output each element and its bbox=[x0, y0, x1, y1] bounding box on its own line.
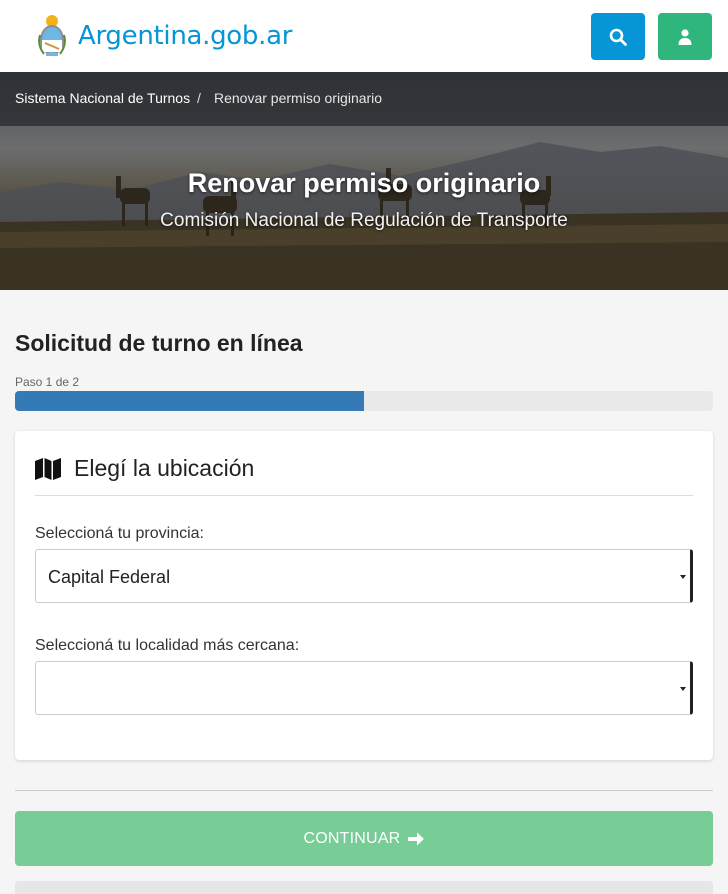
top-header: Argentina.gob.ar bbox=[0, 0, 728, 72]
breadcrumb-link-home[interactable]: Sistema Nacional de Turnos bbox=[15, 90, 190, 106]
progress-bar bbox=[15, 391, 713, 411]
panel-heading: Elegí la ubicación bbox=[35, 455, 254, 482]
breadcrumb-separator: / bbox=[197, 90, 201, 106]
province-select-value: Capital Federal bbox=[48, 567, 171, 587]
user-login-button[interactable] bbox=[658, 13, 712, 60]
dropdown-caret-icon bbox=[680, 575, 686, 579]
divider bbox=[15, 790, 713, 791]
breadcrumb: Sistema Nacional de Turnos / Renovar per… bbox=[0, 72, 728, 126]
locality-select[interactable] bbox=[35, 661, 693, 715]
user-icon bbox=[678, 28, 692, 45]
dropdown-caret-icon bbox=[680, 687, 686, 691]
coat-of-arms-icon bbox=[38, 15, 66, 56]
province-select[interactable]: Capital Federal bbox=[35, 549, 693, 603]
search-icon bbox=[609, 28, 627, 46]
continue-button-label: CONTINUAR bbox=[303, 829, 401, 847]
hero-subtitle: Comisión Nacional de Regulación de Trans… bbox=[160, 210, 568, 231]
hero-title: Renovar permiso originario bbox=[187, 168, 541, 198]
search-button[interactable] bbox=[591, 13, 645, 60]
footer-strip bbox=[15, 881, 713, 894]
breadcrumb-current: Renovar permiso originario bbox=[214, 90, 383, 106]
progress-bar-fill bbox=[15, 391, 364, 411]
hero-banner: Sistema Nacional de Turnos / Renovar per… bbox=[0, 72, 728, 290]
panel-title: Elegí la ubicación bbox=[74, 455, 255, 481]
province-label: Seleccioná tu provincia: bbox=[35, 525, 204, 542]
divider bbox=[35, 495, 693, 496]
brand-name: Argentina.gob.ar bbox=[78, 21, 293, 51]
locality-label: Seleccioná tu localidad más cercana: bbox=[35, 637, 300, 654]
brand-logo-link[interactable]: Argentina.gob.ar bbox=[36, 12, 292, 60]
location-panel: Elegí la ubicación Seleccioná tu provinc… bbox=[15, 431, 713, 760]
map-icon bbox=[35, 457, 61, 480]
step-indicator: Paso 1 de 2 bbox=[15, 375, 80, 389]
arrow-right-icon bbox=[408, 832, 425, 845]
page-title: Solicitud de turno en línea bbox=[15, 330, 303, 356]
continue-button[interactable]: CONTINUAR bbox=[15, 811, 713, 866]
